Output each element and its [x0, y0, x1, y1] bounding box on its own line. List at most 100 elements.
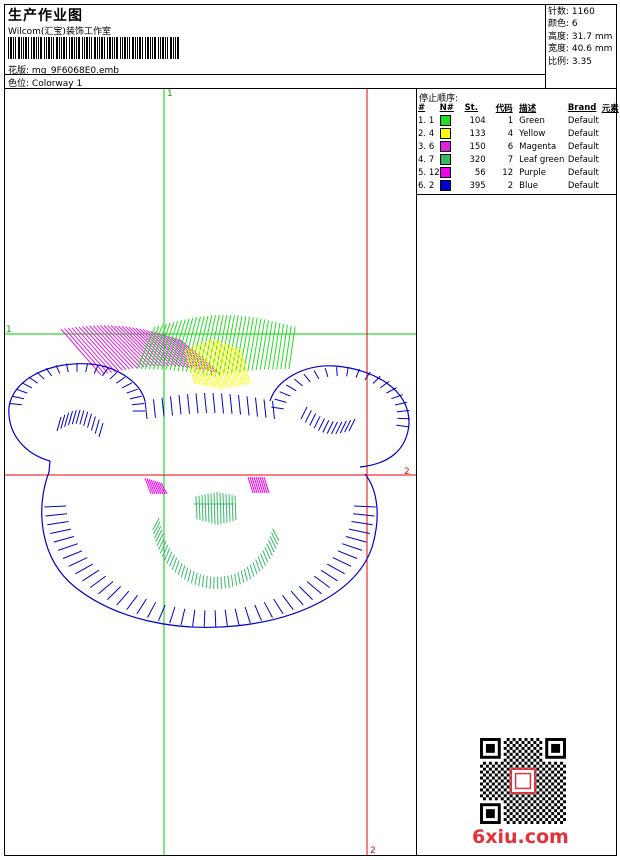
- qr-cell: [524, 797, 528, 801]
- qr-cell: [506, 761, 510, 765]
- qr-cell: [503, 746, 507, 750]
- qr-cell: [536, 785, 540, 789]
- stitch: [324, 367, 329, 378]
- qr-cell: [482, 773, 486, 777]
- barcode-bar: [104, 37, 105, 59]
- col-brand: Brand: [567, 102, 597, 113]
- qr-cell: [533, 806, 537, 810]
- stitch: [94, 419, 100, 434]
- row-element: [602, 114, 620, 127]
- qr-cell: [539, 764, 543, 768]
- barcode-bar: [160, 37, 161, 59]
- qr-cell: [503, 770, 507, 774]
- stitch: [170, 396, 173, 416]
- stitch: [214, 610, 217, 627]
- qr-finder: [485, 743, 495, 753]
- qr-cell: [518, 761, 522, 765]
- qr-cell: [539, 788, 543, 792]
- qr-cell: [515, 758, 519, 762]
- row-swatch: [439, 153, 465, 166]
- stitch: [129, 395, 142, 400]
- qr-cell: [554, 815, 558, 819]
- qr-cell: [497, 770, 501, 774]
- stitch: [336, 367, 338, 377]
- qr-cell: [533, 812, 537, 816]
- stitch: [221, 393, 224, 414]
- stitch: [187, 569, 192, 582]
- barcode-bar: [38, 37, 39, 59]
- qr-cell: [527, 746, 531, 750]
- qr-cell: [563, 770, 566, 774]
- col-index: #: [418, 102, 426, 113]
- stitch: [169, 606, 176, 624]
- stitch: [251, 318, 262, 371]
- design-file: mg_9F6068E0.emb: [31, 66, 119, 76]
- stitch: [204, 392, 207, 414]
- barcode-bar: [170, 37, 172, 59]
- qr-cell: [548, 779, 552, 783]
- qr-cell: [548, 797, 552, 801]
- qr-cell: [554, 803, 558, 807]
- qr-cell: [563, 794, 566, 798]
- qr-cell: [509, 764, 513, 768]
- qr-cell: [548, 773, 552, 777]
- qr-cell: [542, 803, 546, 807]
- barcode-bar: [86, 37, 88, 59]
- stitch: [177, 562, 183, 576]
- qr-cell: [545, 764, 549, 768]
- row-code: 4: [507, 128, 514, 139]
- barcode-bar: [99, 37, 100, 59]
- qr-code: [480, 738, 566, 824]
- qr-cell: [480, 764, 483, 768]
- stitch: [60, 414, 66, 429]
- barcode-bar: [150, 37, 151, 59]
- barcode-bar: [101, 37, 103, 59]
- col-code: 代码: [495, 103, 513, 114]
- stitch: [9, 403, 22, 406]
- row-brand: Default: [567, 128, 599, 139]
- qr-cell: [494, 779, 498, 783]
- qr-cell: [554, 821, 558, 824]
- qr-cell: [491, 788, 495, 792]
- stitch: [240, 570, 245, 583]
- qr-cell: [560, 809, 564, 813]
- stitch: [216, 491, 219, 526]
- stitch: [210, 493, 213, 524]
- qr-cell: [563, 782, 566, 786]
- qr-cell: [530, 738, 534, 741]
- barcode-bar: [162, 37, 164, 59]
- qr-cell: [503, 782, 507, 786]
- stitch: [98, 422, 104, 438]
- qr-cell: [536, 821, 540, 824]
- stitch: [180, 608, 186, 626]
- stitch: [227, 575, 230, 588]
- qr-cell: [488, 797, 492, 801]
- stitch: [224, 609, 228, 627]
- stitch: [212, 392, 216, 414]
- qr-cell: [521, 818, 525, 822]
- qr-cell: [533, 764, 537, 768]
- stitch: [280, 324, 288, 370]
- barcode-bar: [165, 37, 166, 59]
- col-description: 描述: [519, 103, 537, 114]
- qr-cell: [536, 749, 540, 753]
- qr-cell: [506, 773, 510, 777]
- table-row: 3. 6 150 6 Magenta Default: [418, 140, 620, 153]
- barcode-bar: [33, 37, 35, 59]
- stitch: [205, 341, 217, 388]
- barcode-bar: [46, 37, 47, 59]
- qr-cell: [539, 782, 543, 786]
- stitch: [85, 325, 127, 370]
- stitch: [53, 536, 75, 543]
- stitch: [272, 528, 280, 541]
- stitch: [290, 590, 304, 606]
- stitch: [228, 494, 231, 522]
- barcode-bar: [53, 37, 54, 59]
- qr-cell: [536, 755, 540, 759]
- qr-cell: [524, 755, 528, 759]
- qr-cell: [512, 743, 516, 747]
- qr-cell: [533, 740, 537, 744]
- stitch: [254, 604, 262, 621]
- qr-cell: [509, 812, 513, 816]
- qr-cell: [542, 791, 546, 795]
